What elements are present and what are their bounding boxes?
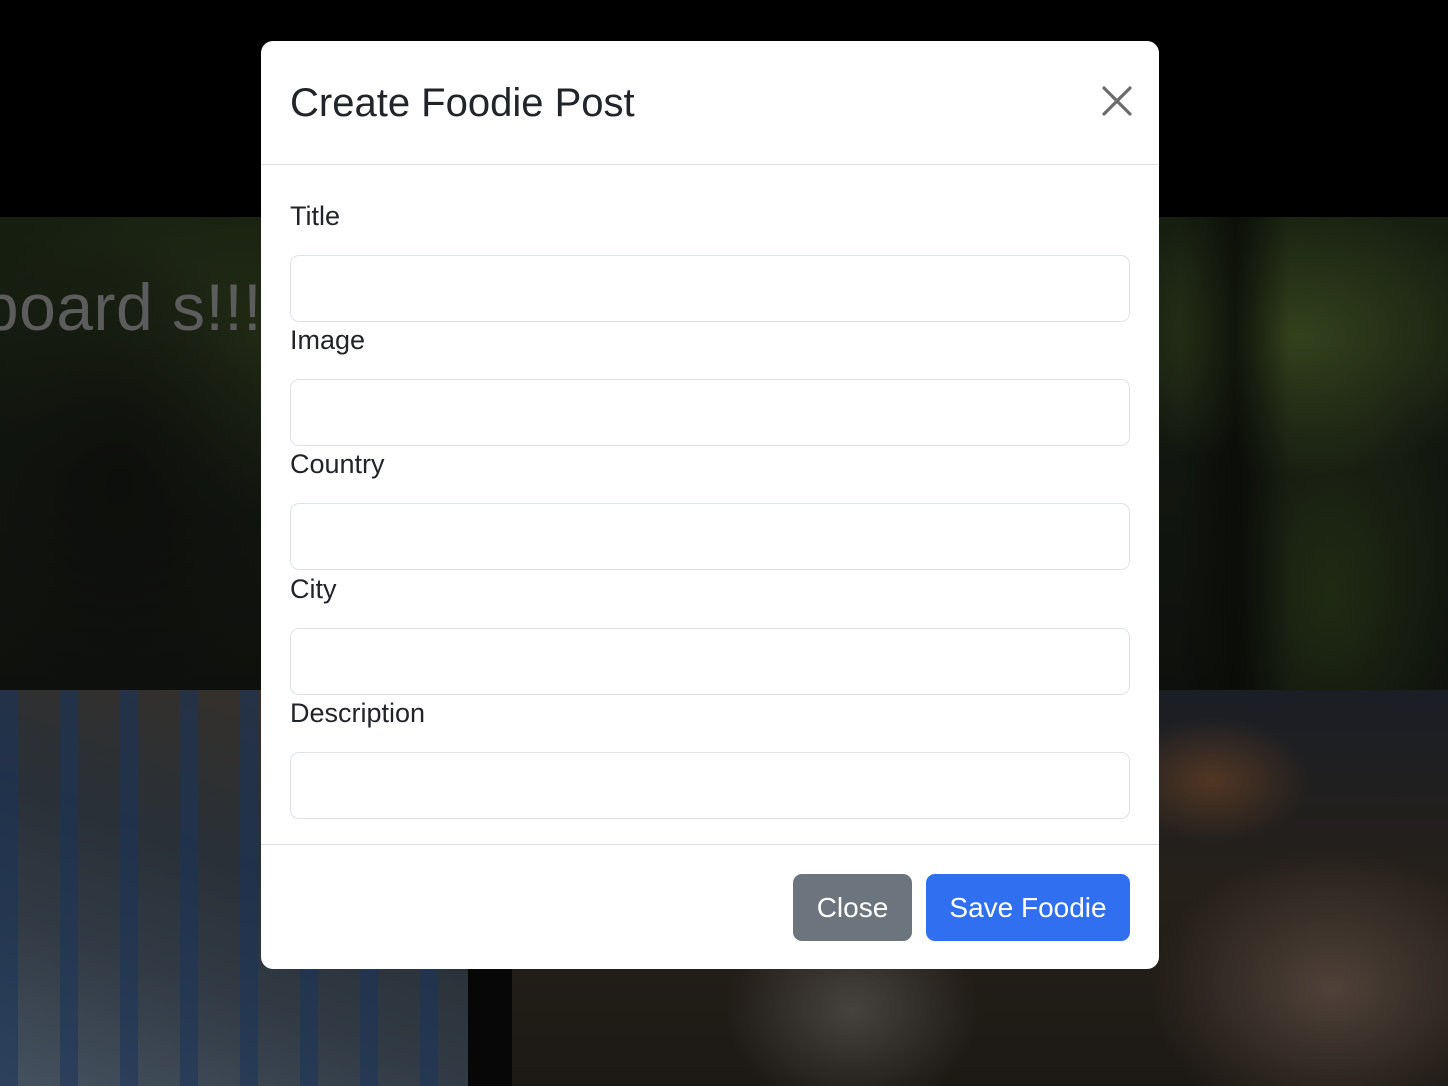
image-input[interactable] <box>290 379 1130 446</box>
modal-footer: Close Save Foodie <box>261 844 1159 969</box>
title-input[interactable] <box>290 255 1130 322</box>
city-field-group: City <box>290 573 1130 695</box>
city-input[interactable] <box>290 628 1130 695</box>
image-field-group: Image <box>290 324 1130 446</box>
country-field-group: Country <box>290 448 1130 570</box>
close-button[interactable]: Close <box>793 874 912 941</box>
modal-title: Create Foodie Post <box>290 81 635 125</box>
title-field-group: Title <box>290 200 1130 322</box>
create-post-modal: Create Foodie Post Title Image Country C… <box>261 41 1159 969</box>
title-label: Title <box>290 201 341 231</box>
description-input[interactable] <box>290 752 1130 819</box>
image-label: Image <box>290 325 366 355</box>
description-label: Description <box>290 698 426 728</box>
country-input[interactable] <box>290 503 1130 570</box>
country-label: Country <box>290 449 385 479</box>
city-label: City <box>290 574 337 604</box>
description-field-group: Description <box>290 697 1130 819</box>
modal-header: Create Foodie Post <box>261 41 1159 165</box>
close-icon[interactable] <box>1099 83 1135 119</box>
save-foodie-button[interactable]: Save Foodie <box>926 874 1130 941</box>
